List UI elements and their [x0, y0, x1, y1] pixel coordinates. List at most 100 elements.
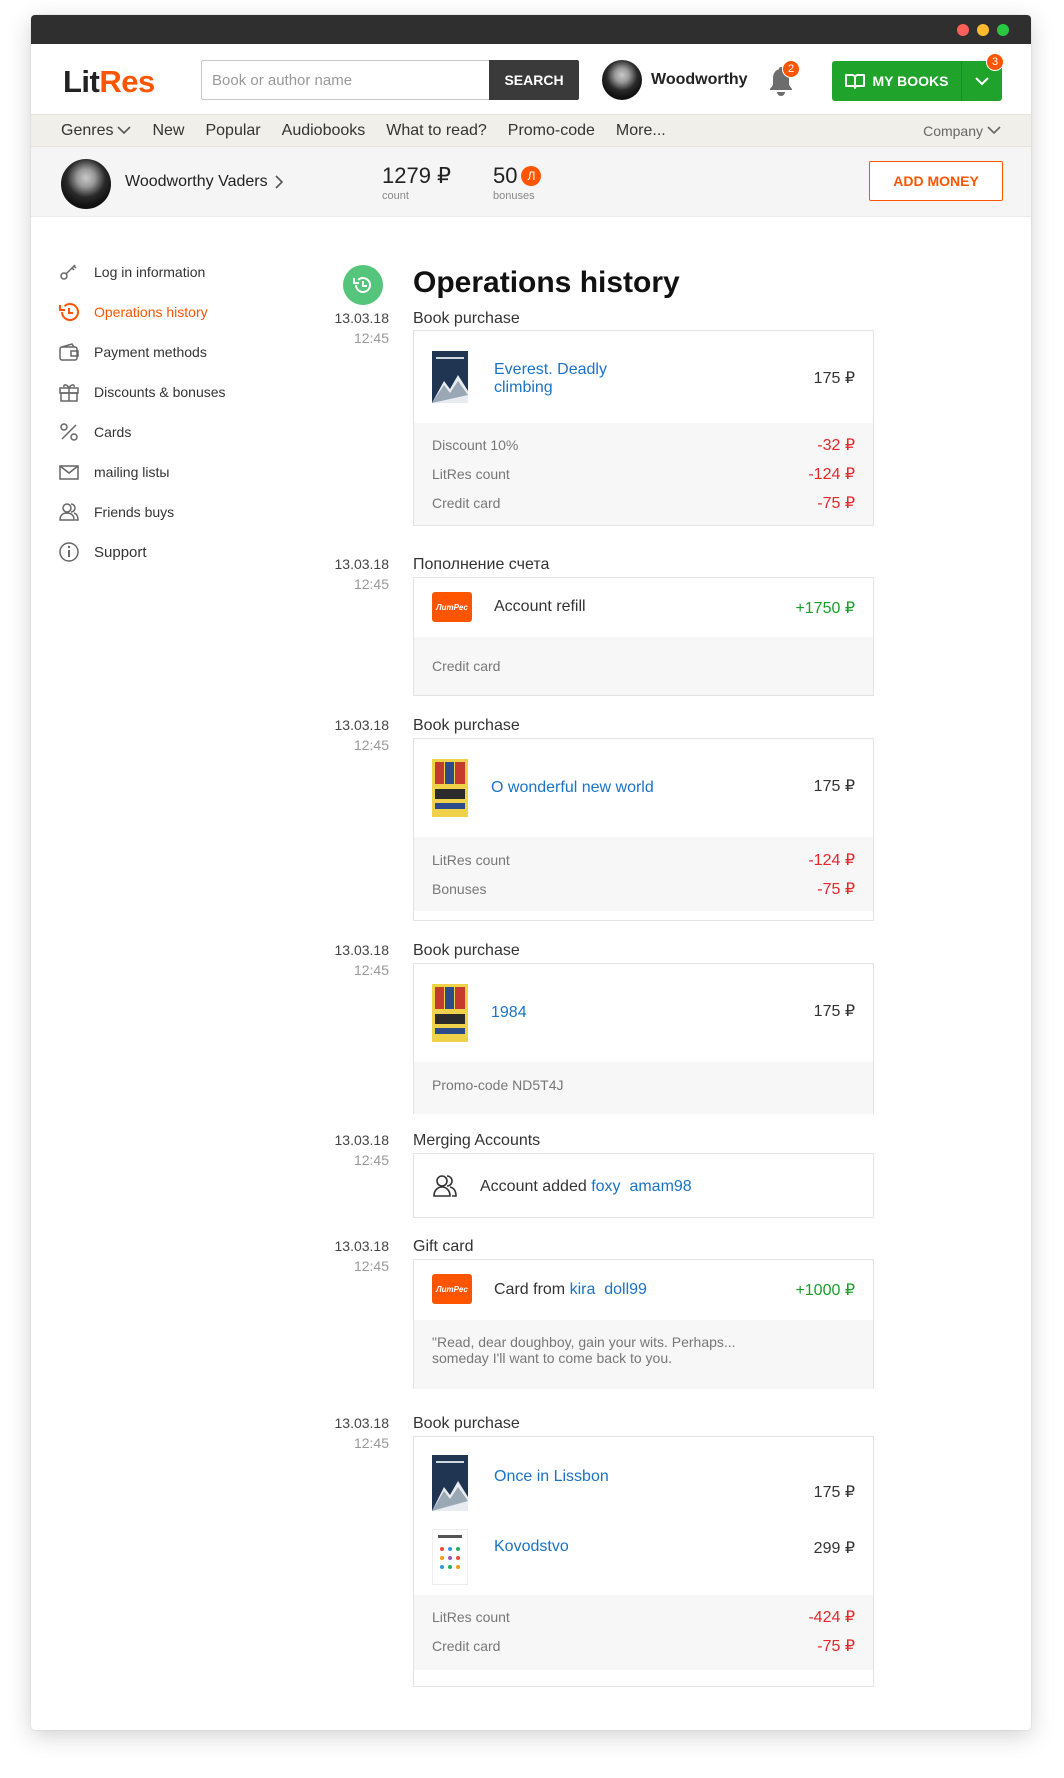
book-title-link[interactable]: Everest. Deadly climbing: [494, 361, 634, 397]
notification-count-badge: 2: [782, 60, 800, 78]
nav-item-audiobooks[interactable]: Audiobooks: [282, 122, 366, 140]
sidebar-item-cards[interactable]: Cards: [58, 412, 226, 452]
book-cover[interactable]: [432, 1529, 468, 1585]
history-icon: [59, 303, 79, 321]
operation-date: 13.03.18: [334, 1238, 390, 1254]
chevron-right-icon: [275, 175, 283, 189]
wallet-icon: [59, 343, 79, 361]
sidebar-item-label: Operations history: [94, 304, 208, 320]
refill-label: Account refill: [494, 598, 586, 615]
chevron-down-icon: [987, 126, 1001, 135]
sidebar-item-payment-methods[interactable]: Payment methods: [58, 332, 226, 372]
operation-time: 12:45: [353, 1152, 389, 1168]
close-window-button[interactable]: [957, 24, 969, 36]
book-title-link[interactable]: Once in Lissbon: [494, 1468, 609, 1486]
user-link[interactable]: amam98: [629, 1178, 691, 1195]
payment-row: LitRes count -124 ₽: [432, 459, 855, 488]
chevron-down-icon: [975, 77, 989, 86]
operation-date: 13.03.18: [334, 1415, 390, 1431]
gift-card-label: Card from: [494, 1281, 566, 1298]
users-icon: [433, 1175, 457, 1197]
sidebar-item-login-info[interactable]: Log in information: [58, 252, 226, 292]
my-books-button[interactable]: MY BOOKS 3: [832, 53, 1004, 101]
sidebar-item-operations-history[interactable]: Operations history: [58, 292, 226, 332]
operation-card: O wonderful new world 175 ₽ LitRes count…: [413, 738, 874, 921]
payment-label: Discount 10%: [432, 436, 519, 453]
nav-item-promo-code[interactable]: Promo-code: [508, 122, 595, 140]
litres-logo-icon: ЛитРес: [432, 592, 472, 622]
browser-window: LitRes SEARCH Woodworthy 2 MY BOOKS 3 Ge…: [31, 15, 1031, 1730]
notifications-button[interactable]: 2: [766, 60, 800, 98]
search-input[interactable]: [201, 60, 489, 100]
user-name: Woodworthy Vaders: [125, 173, 268, 190]
add-money-button[interactable]: ADD MONEY: [869, 161, 1003, 201]
book-row: Once in Lissbon 175 ₽: [414, 1437, 873, 1515]
payment-amount: -75 ₽: [817, 494, 855, 512]
payment-label: LitRes count: [432, 851, 510, 868]
operation-card: ЛитРес Card from kira doll99 +1000 ₽ "Re…: [413, 1259, 874, 1389]
operation-date: 13.03.18: [334, 556, 390, 572]
litres-logo-icon: ЛитРес: [432, 1274, 472, 1304]
operation-time: 12:45: [353, 737, 389, 753]
minimize-window-button[interactable]: [977, 24, 989, 36]
book-cover[interactable]: [432, 759, 468, 817]
nav-item-more[interactable]: More...: [616, 122, 666, 140]
operation-title: Book purchase: [413, 1415, 520, 1432]
operation-time: 12:45: [353, 1258, 389, 1274]
payment-row: Credit card -75 ₽: [432, 488, 855, 517]
search-button[interactable]: SEARCH: [489, 60, 579, 100]
bonus-value: 50: [493, 163, 518, 188]
main-nav: Genres New Popular Audiobooks What to re…: [31, 114, 1031, 147]
logo-lit: Lit: [63, 64, 100, 99]
my-books-label: MY BOOKS: [872, 73, 949, 89]
sidebar: Log in information Operations history Pa…: [58, 252, 226, 572]
sidebar-item-discounts-bonuses[interactable]: Discounts & bonuses: [58, 372, 226, 412]
nav-item-genres[interactable]: Genres: [61, 121, 132, 140]
bonus-balance: 50 Л bonuses: [493, 163, 542, 202]
nav-label: Genres: [61, 121, 114, 139]
user-bar: Woodworthy Vaders 1279 ₽ count 50 Л bonus…: [31, 147, 1031, 217]
logo[interactable]: LitRes: [63, 64, 155, 100]
payment-amount: -75 ₽: [817, 880, 855, 898]
payment-breakdown: LitRes count -424 ₽ Credit card -75 ₽: [414, 1595, 873, 1670]
book-cover[interactable]: [432, 351, 468, 403]
gift-message-line: someday I'll want to come back to you.: [432, 1350, 673, 1366]
operation-title: Book purchase: [413, 942, 520, 959]
book-title-link[interactable]: O wonderful new world: [491, 779, 654, 797]
gift-card-row: ЛитРес Card from kira doll99 +1000 ₽: [414, 1260, 873, 1320]
user-profile-link[interactable]: Woodworthy Vaders: [125, 173, 284, 191]
book-title-link[interactable]: Kovodstvo: [494, 1538, 569, 1556]
percent-icon: [60, 423, 78, 441]
book-title-link[interactable]: 1984: [491, 1004, 527, 1022]
nav-company[interactable]: Company: [923, 123, 1001, 139]
logo-res: Res: [99, 64, 155, 99]
operation-title: Book purchase: [413, 310, 520, 327]
my-books-main[interactable]: MY BOOKS: [832, 61, 962, 101]
sidebar-item-friends-buys[interactable]: Friends buys: [58, 492, 226, 532]
nav-item-popular[interactable]: Popular: [205, 122, 260, 140]
refill-row: ЛитРес Account refill +1750 ₽: [414, 578, 873, 637]
maximize-window-button[interactable]: [997, 24, 1009, 36]
nav-item-new[interactable]: New: [152, 122, 184, 140]
operation-card: 1984 175 ₽ Promo-code ND5T4J: [413, 963, 874, 1114]
user-link[interactable]: foxy: [591, 1178, 620, 1195]
book-cover[interactable]: [432, 1455, 468, 1511]
merge-label: Account added: [480, 1178, 587, 1195]
user-link[interactable]: doll99: [604, 1281, 647, 1298]
avatar[interactable]: [61, 159, 111, 209]
sidebar-item-mailing-lists[interactable]: mailing listы: [58, 452, 226, 492]
payment-row: Discount 10% -32 ₽: [432, 430, 855, 459]
search-bar: SEARCH: [201, 60, 579, 100]
operation-title: Пополнение счета: [413, 556, 550, 573]
nav-item-what-to-read[interactable]: What to read?: [386, 122, 487, 140]
nav-company-label: Company: [923, 122, 983, 139]
book-cover[interactable]: [432, 984, 468, 1042]
user-link[interactable]: kira: [570, 1281, 596, 1298]
payment-label: Bonuses: [432, 880, 487, 897]
gift-card-text: Card from kira doll99: [494, 1281, 647, 1299]
balance-label: count: [382, 190, 409, 202]
history-badge-icon: [343, 265, 383, 305]
header-user[interactable]: Woodworthy: [602, 60, 748, 100]
sidebar-item-support[interactable]: Support: [58, 532, 226, 572]
payment-row: LitRes count -424 ₽: [432, 1602, 855, 1631]
